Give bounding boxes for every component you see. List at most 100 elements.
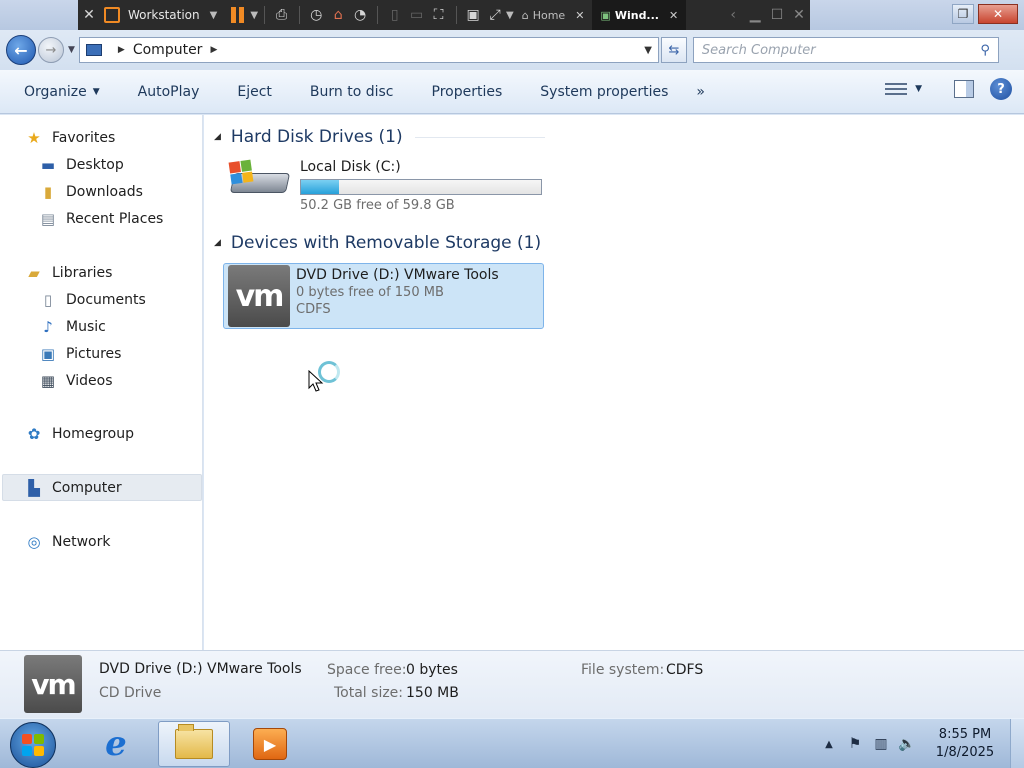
file-system-label: File system: [581,662,665,678]
history-dropdown-icon[interactable]: ▼ [68,45,75,55]
start-button[interactable] [10,722,56,768]
chevron-down-icon[interactable]: ▼ [506,10,514,21]
pictures-icon: ▣ [40,345,56,363]
action-center-flag-icon[interactable]: ⚑ [842,736,868,752]
change-view-button[interactable]: ▼ [885,80,922,98]
group-header-removable[interactable]: ◢ Devices with Removable Storage (1) [214,233,553,253]
nav-label: Libraries [52,265,113,281]
drive-free-space: 0 bytes free of 150 MB [296,285,444,300]
eject-button[interactable]: Eject [225,77,284,107]
nav-item-network[interactable]: ◎ Network [24,531,110,553]
close-icon[interactable]: ✕ [792,4,806,26]
collapse-icon[interactable]: ◢ [214,238,221,248]
system-properties-label: System properties [540,83,669,100]
maximize-icon[interactable]: ☐ [770,4,784,26]
thumbnail-icon[interactable]: ▭ [410,4,424,26]
nav-item-computer[interactable]: ▙ Computer [24,477,121,499]
command-bar: Organize ▼ AutoPlay Eject Burn to disc P… [0,70,1024,114]
network-tray-icon[interactable]: ▥ [868,736,894,752]
navigation-pane: ★ Favorites ▬ Desktop ▮ Downloads ▤ Rece… [0,115,203,650]
vmware-logo-icon [103,7,120,23]
taskbar-internet-explorer[interactable]: e [80,721,152,767]
homegroup-icon: ✿ [27,425,41,443]
chevron-down-icon: ▼ [92,86,100,97]
address-bar[interactable]: ▶ Computer ▶ ▼ [78,37,659,63]
address-row: ← → ▼ ▶ Computer ▶ ▼ ⇆ Search Computer ⚲ [0,30,1024,70]
console-icon[interactable]: ▣ [466,4,480,26]
show-desktop-button[interactable] [1010,719,1024,768]
taskbar-media-player[interactable]: ▶ [234,721,306,767]
collapse-icon[interactable]: ◢ [214,132,221,142]
search-icon[interactable]: ⚲ [980,43,990,58]
separator [377,6,378,24]
burn-button[interactable]: Burn to disc [298,77,406,107]
minimize-icon[interactable]: ▁ [748,4,762,26]
snapshot-manager-icon[interactable]: ◔ [353,4,367,26]
refresh-button[interactable]: ⇆ [660,37,687,63]
nav-item-documents[interactable]: ▯ Documents [38,289,146,311]
tab-windows-label: Wind... [614,8,659,22]
drive-free-space: 50.2 GB free of 59.8 GB [300,198,455,213]
nav-item-videos[interactable]: ▦ Videos [38,370,113,392]
fit-guest-icon[interactable]: ⛶ [432,4,446,26]
details-pane: vm DVD Drive (D:) VMware Tools CD Drive … [0,650,1024,718]
organize-button[interactable]: Organize ▼ [12,77,112,107]
address-dropdown-icon[interactable]: ▼ [644,45,652,56]
media-player-icon: ▶ [253,728,287,760]
forward-button[interactable]: → [38,37,64,63]
preview-pane-icon[interactable] [954,80,974,98]
file-system-value: CDFS [666,662,704,678]
sidebar-icon[interactable]: ▯ [388,4,402,26]
properties-label: Properties [431,83,503,100]
nav-item-desktop[interactable]: ▬ Desktop [38,154,124,176]
nav-item-pictures[interactable]: ▣ Pictures [38,343,122,365]
restore-icon[interactable]: ❐ [952,4,974,24]
vmware-tools-icon: vm [228,265,290,327]
back-button[interactable]: ← [6,35,36,65]
nav-label: Pictures [66,346,122,362]
close-icon[interactable]: ✕ [669,9,678,22]
nav-item-music[interactable]: ♪ Music [38,316,106,338]
revert-snapshot-icon[interactable]: ⌂ [331,4,345,26]
nav-item-libraries[interactable]: ▰ Libraries [24,262,112,284]
group-title: Hard Disk Drives (1) [230,127,403,147]
workstation-menu[interactable]: Workstation ▼ [100,7,221,23]
drive-dvd-selected[interactable]: vm DVD Drive (D:) VMware Tools 0 bytes f… [223,263,544,329]
breadcrumb-computer[interactable]: Computer [133,42,203,58]
send-keys-icon[interactable]: ⎙ [275,4,289,26]
tab-home[interactable]: ⌂ Home ✕ [514,0,593,30]
snapshot-icon[interactable]: ◷ [309,4,323,26]
nav-item-favorites[interactable]: ★ Favorites [24,127,115,149]
nav-label: Music [66,319,106,335]
clock[interactable]: 8:55 PM 1/8/2025 [920,726,1010,762]
group-header-hard-disk[interactable]: ◢ Hard Disk Drives (1) [214,127,545,147]
nav-item-homegroup[interactable]: ✿ Homegroup [24,423,134,445]
pin-icon[interactable]: ✕ [82,4,96,26]
tab-windows[interactable]: ▣ Wind... ✕ [592,0,687,30]
nav-item-downloads[interactable]: ▮ Downloads [38,181,143,203]
autoplay-label: AutoPlay [137,83,200,100]
documents-icon: ▯ [43,291,53,309]
nav-item-recent-places[interactable]: ▤ Recent Places [38,208,163,230]
close-window-button[interactable]: ✕ [978,4,1018,24]
show-hidden-icons-icon[interactable]: ▲ [816,739,842,750]
system-properties-button[interactable]: System properties [528,77,680,107]
drive-local-disk[interactable]: Local Disk (C:) 50.2 GB free of 59.8 GB [228,159,542,213]
more-commands-button[interactable]: » [684,77,717,107]
close-icon[interactable]: ✕ [575,9,584,22]
autoplay-button[interactable]: AutoPlay [126,77,212,107]
search-input[interactable]: Search Computer ⚲ [692,37,999,63]
separator [455,6,457,24]
chevron-right-icon[interactable]: ▶ [210,45,217,55]
help-icon[interactable]: ? [990,78,1012,100]
pause-icon[interactable] [231,7,245,23]
chevron-right-icon[interactable]: ▶ [118,45,125,55]
properties-button[interactable]: Properties [420,77,515,107]
taskbar-windows-explorer[interactable] [158,721,230,767]
fullscreen-icon[interactable]: ⤢ [488,4,502,26]
chevron-left-icon[interactable]: ‹ [726,4,740,26]
computer-icon: ▙ [28,479,40,497]
chevron-down-icon[interactable]: ▼ [250,10,258,21]
total-size-value: 150 MB [406,685,459,701]
volume-icon[interactable]: 🔈 [894,736,920,752]
